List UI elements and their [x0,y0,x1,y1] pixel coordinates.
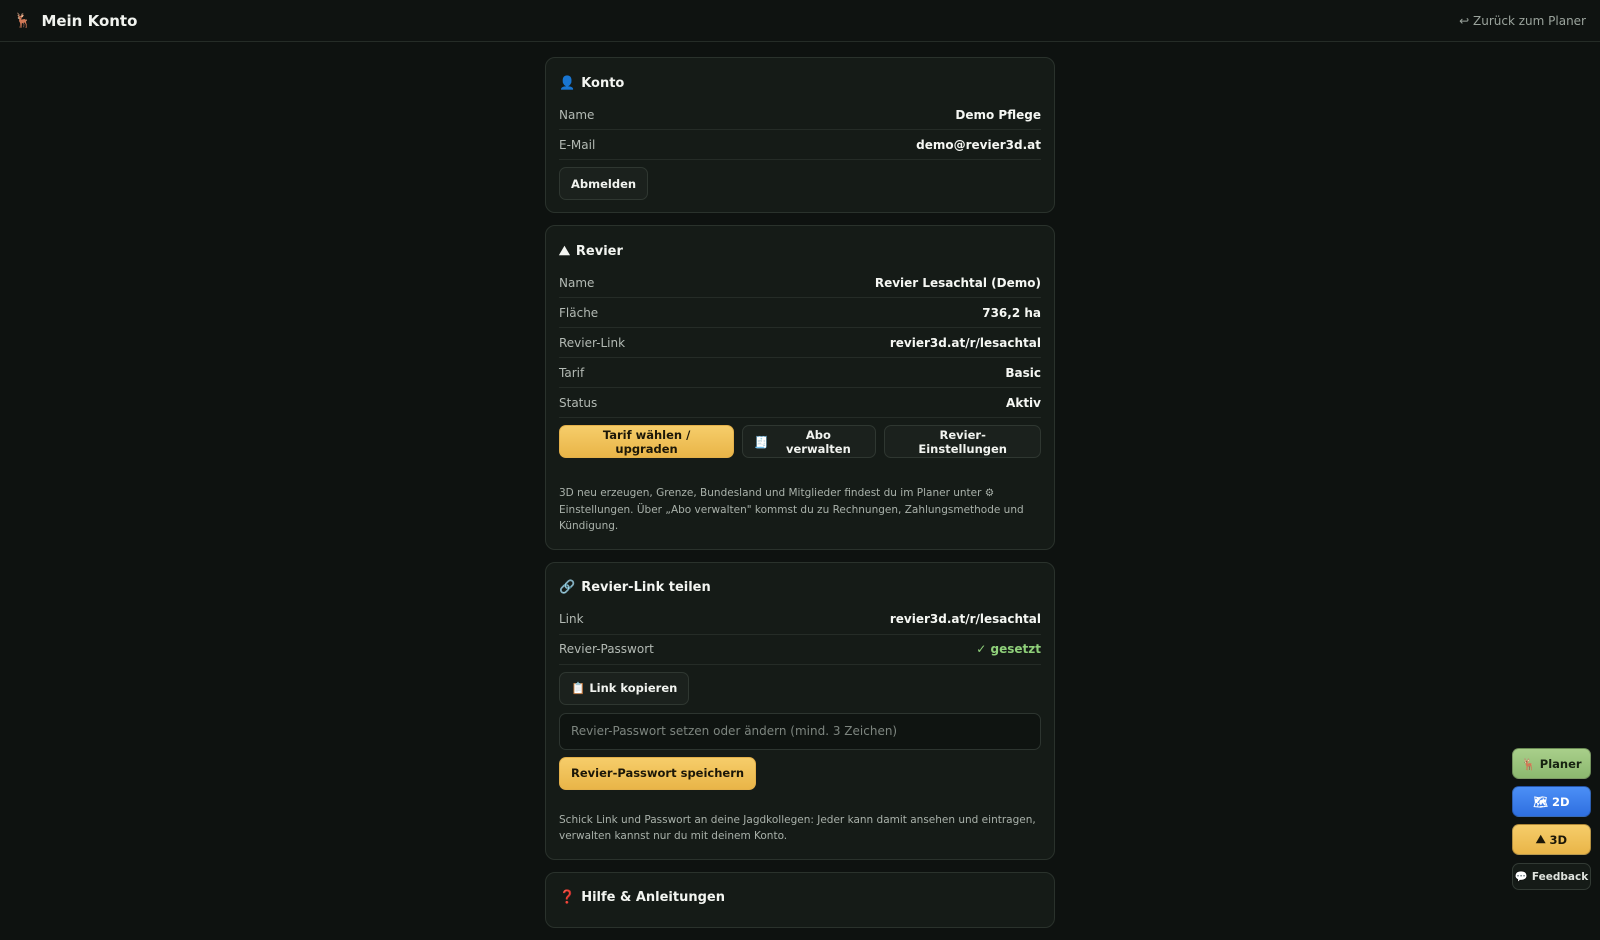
clipboard-icon: 📋 [571,681,586,695]
revier-actions: Tarif wählen / upgraden 🧾 Abo verwalten … [559,425,1041,458]
share-row-link: Link revier3d.at/r/lesachtal [559,605,1041,635]
planner-fab-label: Planer [1539,756,1582,771]
revier-info-note: 3D neu erzeugen, Grenze, Bundesland und … [559,487,1024,532]
revier-row-area: Fläche 736,2 ha [559,298,1041,328]
help-card-title: ❓ Hilfe & Anleitungen [559,889,1041,907]
row-label: Tarif [559,365,585,380]
account-card-title: 👤 Konto [559,74,1041,92]
question-icon: ❓ [559,890,576,905]
share-actions: 📋 Link kopieren [559,671,1041,705]
planner-fab-button[interactable]: 🦌 Planer [1512,748,1591,779]
row-label: Revier-Link [559,335,626,350]
account-card: 👤 Konto Name Demo Pflege E-Mail demo@rev… [545,57,1055,213]
user-icon: 👤 [559,75,576,91]
revier-title-text: Revier [575,243,623,259]
row-value: revier3d.at/r/lesachtal [889,612,1041,626]
copy-link-button[interactable]: 📋 Link kopieren [559,671,690,705]
manage-subscription-label: Abo verwalten [786,427,851,456]
revier-row-name: Name Revier Lesachtal (Demo) [559,268,1041,298]
view-2d-label: 2D [1552,794,1570,809]
row-value: revier3d.at/r/lesachtal [889,335,1041,350]
row-label: Name [559,275,595,290]
row-label: Fläche [559,305,599,320]
row-label: Link [559,612,584,626]
view-2d-button[interactable]: 🗺 2D [1512,786,1591,817]
row-value: 736,2 ha [982,305,1041,320]
brand: 🦌 Mein Konto [14,12,137,30]
save-password-button[interactable]: Revier-Passwort speichern [559,756,757,790]
row-value: demo@revier3d.at [916,137,1041,152]
upgrade-plan-button[interactable]: Tarif wählen / upgraden [559,425,735,458]
row-value: Demo Pflege [955,107,1041,122]
revier-settings-button[interactable]: Revier-Einstellungen [884,425,1041,458]
revier-card: ⛰ Revier Name Revier Lesachtal (Demo) Fl… [545,225,1055,550]
row-label: Name [559,107,595,122]
revier-row-link: Revier-Link revier3d.at/r/lesachtal [559,328,1041,358]
account-actions: Abmelden [559,167,1041,200]
share-row-password: Revier-Passwort ✓ gesetzt [559,635,1041,665]
view-3d-label: 3D [1549,832,1568,847]
view-3d-button[interactable]: ⛰ 3D [1512,824,1591,855]
account-row-name: Name Demo Pflege [559,100,1041,130]
receipt-icon: 🧾 [754,434,769,449]
share-card-title: 🔗 Revier-Link teilen [559,579,1041,597]
deer-icon: 🦌 [1521,756,1536,771]
row-value: Aktiv [1006,395,1041,410]
map-icon: 🗺 [1533,794,1549,809]
row-value: Revier Lesachtal (Demo) [874,275,1041,290]
main-content: 👤 Konto Name Demo Pflege E-Mail demo@rev… [545,57,1055,940]
share-info-note: Schick Link und Passwort an deine Jagdko… [559,813,1036,843]
row-label: E-Mail [559,137,596,152]
revier-card-title: ⛰ Revier [559,242,1041,260]
account-row-email: E-Mail demo@revier3d.at [559,130,1041,160]
share-card: 🔗 Revier-Link teilen Link revier3d.at/r/… [545,561,1055,860]
revier-password-input[interactable] [559,712,1041,750]
manage-subscription-button[interactable]: 🧾 Abo verwalten [742,425,877,458]
row-value: Basic [1005,365,1041,380]
top-bar: 🦌 Mein Konto ↩ Zurück zum Planer [0,0,1600,42]
share-title-text: Revier-Link teilen [581,580,711,595]
password-actions: Revier-Passwort speichern [559,756,1041,790]
feedback-button[interactable]: 💬 Feedback [1512,863,1591,890]
page-title: Mein Konto [41,11,138,30]
help-title-text: Hilfe & Anleitungen [581,890,725,905]
deer-icon: 🦌 [14,12,32,29]
speech-bubble-icon: 💬 [1514,871,1528,883]
password-status-badge: ✓ gesetzt [976,642,1041,656]
logout-button[interactable]: Abmelden [559,167,649,200]
account-title-text: Konto [581,75,625,91]
link-icon: 🔗 [559,580,576,595]
revier-row-status: Status Aktiv [559,388,1041,418]
mountain-icon: ⛰ [1535,832,1546,846]
revier-row-tarif: Tarif Basic [559,358,1041,388]
row-label: Status [559,395,598,410]
mountain-icon: ⛰ [559,243,570,259]
row-label: Revier-Passwort [559,642,654,656]
back-to-planner-link[interactable]: ↩ Zurück zum Planer [1459,14,1586,28]
feedback-label: Feedback [1531,870,1589,883]
copy-link-label: Link kopieren [589,681,678,695]
